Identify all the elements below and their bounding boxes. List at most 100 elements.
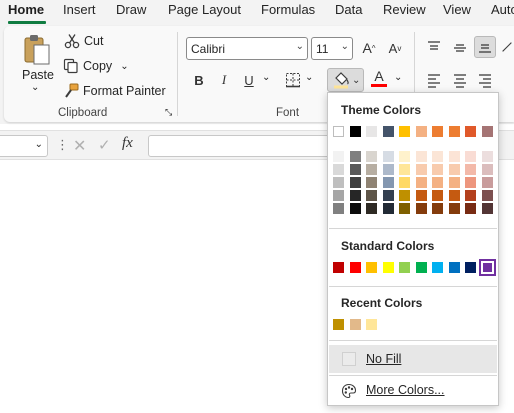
paste-label[interactable]: Paste: [22, 68, 54, 82]
theme-shade-swatch[interactable]: [448, 151, 460, 162]
theme-shade-swatch[interactable]: [366, 203, 377, 214]
enter-icon[interactable]: ✓: [98, 136, 111, 154]
standard-color-swatch[interactable]: [415, 262, 427, 273]
bottom-align-icon[interactable]: [474, 36, 496, 58]
theme-shade-swatch[interactable]: [481, 164, 493, 175]
theme-shade-swatch[interactable]: [399, 177, 410, 188]
theme-shade-swatch[interactable]: [349, 164, 361, 175]
theme-color-swatch[interactable]: [432, 126, 443, 137]
more-colors-menu-item[interactable]: More Colors...: [329, 376, 497, 404]
theme-shade-swatch[interactable]: [465, 190, 476, 201]
italic-button[interactable]: I: [213, 69, 235, 91]
theme-shade-swatch[interactable]: [349, 151, 361, 162]
paste-button[interactable]: [20, 33, 54, 67]
theme-shade-swatch[interactable]: [465, 203, 476, 214]
orientation-icon[interactable]: [500, 36, 514, 58]
theme-shade-swatch[interactable]: [333, 190, 344, 201]
theme-shade-swatch[interactable]: [415, 203, 427, 214]
theme-color-swatch[interactable]: [333, 126, 344, 137]
theme-shade-swatch[interactable]: [399, 151, 410, 162]
theme-shade-swatch[interactable]: [448, 190, 460, 201]
standard-color-swatch[interactable]: [366, 262, 377, 273]
theme-shade-swatch[interactable]: [415, 190, 427, 201]
insert-function-button[interactable]: fx: [122, 135, 133, 152]
clipboard-launcher-icon[interactable]: ⤡: [165, 107, 172, 118]
theme-color-swatch[interactable]: [415, 126, 427, 137]
standard-color-swatch[interactable]: [478, 259, 496, 276]
underline-chevron-icon[interactable]: ⌄: [262, 72, 270, 83]
middle-align-icon[interactable]: [449, 36, 471, 58]
borders-chevron-icon[interactable]: ⌄: [305, 72, 313, 83]
font-name-combo[interactable]: Calibri ⌄: [186, 37, 308, 60]
theme-shade-swatch[interactable]: [399, 164, 410, 175]
theme-color-swatch[interactable]: [382, 126, 394, 137]
standard-color-swatch[interactable]: [382, 262, 394, 273]
theme-shade-swatch[interactable]: [465, 164, 476, 175]
more-options-icon[interactable]: ⋮: [56, 137, 69, 153]
theme-color-swatch[interactable]: [465, 126, 476, 137]
standard-color-swatch[interactable]: [399, 262, 410, 273]
theme-shade-swatch[interactable]: [382, 190, 394, 201]
theme-shade-swatch[interactable]: [481, 177, 493, 188]
theme-shade-swatch[interactable]: [366, 151, 377, 162]
theme-shade-swatch[interactable]: [366, 190, 377, 201]
theme-shade-swatch[interactable]: [432, 151, 443, 162]
standard-color-swatch[interactable]: [333, 262, 344, 273]
theme-shade-swatch[interactable]: [349, 177, 361, 188]
theme-shade-swatch[interactable]: [333, 164, 344, 175]
theme-color-swatch[interactable]: [349, 126, 361, 137]
tab-insert[interactable]: Insert: [63, 2, 96, 17]
increase-font-size-icon[interactable]: A ^: [358, 37, 380, 59]
theme-shade-swatch[interactable]: [415, 151, 427, 162]
theme-shade-swatch[interactable]: [448, 164, 460, 175]
tab-home[interactable]: Home: [8, 2, 44, 17]
fill-color-button[interactable]: ⌄: [327, 68, 364, 92]
copy-chevron-icon[interactable]: ⌄: [120, 61, 128, 72]
theme-shade-swatch[interactable]: [349, 203, 361, 214]
standard-color-swatch[interactable]: [448, 262, 460, 273]
theme-shade-swatch[interactable]: [382, 164, 394, 175]
bold-button[interactable]: B: [188, 69, 210, 91]
theme-shade-swatch[interactable]: [415, 177, 427, 188]
borders-button[interactable]: [282, 69, 304, 91]
theme-color-swatch[interactable]: [448, 126, 460, 137]
theme-shade-swatch[interactable]: [432, 164, 443, 175]
fill-color-chevron-icon[interactable]: ⌄: [352, 75, 360, 86]
theme-shade-swatch[interactable]: [481, 203, 493, 214]
standard-color-swatch[interactable]: [432, 262, 443, 273]
theme-shade-swatch[interactable]: [432, 203, 443, 214]
no-fill-menu-item[interactable]: No Fill: [329, 345, 497, 373]
formula-input[interactable]: [148, 135, 348, 157]
standard-color-swatch[interactable]: [349, 262, 361, 273]
theme-shade-swatch[interactable]: [333, 203, 344, 214]
theme-shade-swatch[interactable]: [399, 203, 410, 214]
name-box-chevron-icon[interactable]: ⌄: [35, 139, 43, 150]
copy-button[interactable]: Copy ⌄: [63, 58, 129, 74]
theme-shade-swatch[interactable]: [366, 177, 377, 188]
recent-color-swatch[interactable]: [349, 319, 361, 330]
theme-shade-swatch[interactable]: [382, 177, 394, 188]
paste-chevron-icon[interactable]: ⌄: [31, 82, 39, 93]
theme-shade-swatch[interactable]: [399, 190, 410, 201]
theme-shade-swatch[interactable]: [382, 203, 394, 214]
font-name-chevron-icon[interactable]: ⌄: [296, 41, 304, 52]
recent-color-swatch[interactable]: [333, 319, 344, 330]
theme-shade-swatch[interactable]: [382, 151, 394, 162]
theme-color-swatch[interactable]: [366, 126, 377, 137]
theme-shade-swatch[interactable]: [481, 151, 493, 162]
theme-shade-swatch[interactable]: [366, 164, 377, 175]
theme-color-swatch[interactable]: [399, 126, 410, 137]
align-left-icon[interactable]: [423, 69, 445, 91]
tab-page-layout[interactable]: Page Layout: [168, 2, 241, 17]
cut-button[interactable]: Cut: [64, 33, 103, 49]
name-box[interactable]: ⌄: [0, 135, 48, 157]
theme-shade-swatch[interactable]: [465, 177, 476, 188]
tab-view[interactable]: View: [443, 2, 471, 17]
theme-shade-swatch[interactable]: [448, 177, 460, 188]
theme-shade-swatch[interactable]: [448, 203, 460, 214]
font-color-button[interactable]: A: [368, 67, 390, 89]
tab-draw[interactable]: Draw: [116, 2, 146, 17]
theme-shade-swatch[interactable]: [415, 164, 427, 175]
tab-formulas[interactable]: Formulas: [261, 2, 315, 17]
theme-shade-swatch[interactable]: [432, 190, 443, 201]
